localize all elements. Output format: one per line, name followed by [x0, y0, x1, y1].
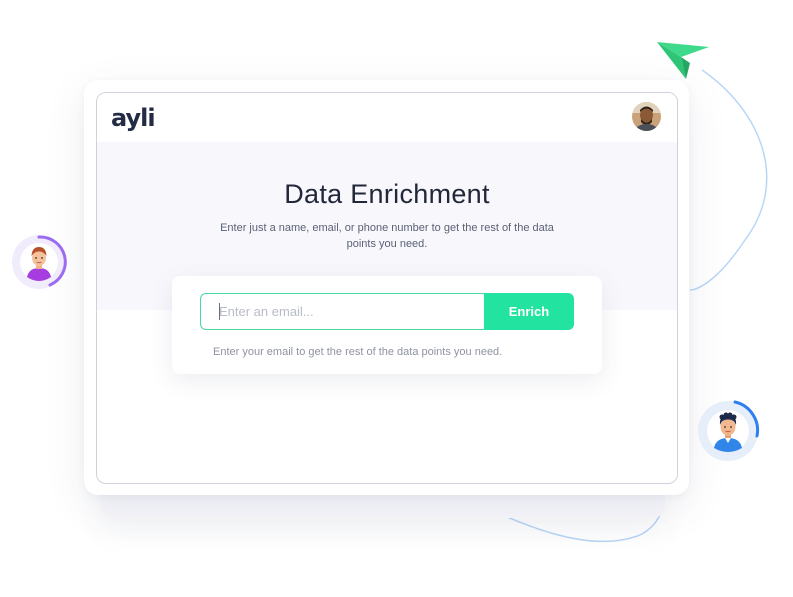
- top-bar: ayli: [97, 93, 677, 142]
- paper-plane-icon: [657, 42, 709, 79]
- form-hint: Enter your email to get the rest of the …: [213, 346, 503, 358]
- email-input[interactable]: [200, 293, 484, 330]
- page-subtitle: Enter just a name, email, or phone numbe…: [220, 222, 554, 250]
- profile-photo-icon: [632, 102, 661, 131]
- ayli-logo[interactable]: ayli: [111, 103, 156, 133]
- user-avatar-right: [698, 400, 760, 461]
- user-avatar-left: [12, 235, 67, 289]
- enrich-button[interactable]: Enrich: [484, 293, 574, 330]
- stage: ayli Data Enrichment Enter just a name, …: [0, 0, 793, 597]
- text-caret: [219, 303, 220, 320]
- user-profile-avatar[interactable]: [632, 102, 661, 131]
- flight-path-line: [689, 69, 768, 291]
- page-title: Data Enrichment: [284, 179, 490, 209]
- enrich-form-card: Enrich Enter your email to get the rest …: [172, 276, 602, 374]
